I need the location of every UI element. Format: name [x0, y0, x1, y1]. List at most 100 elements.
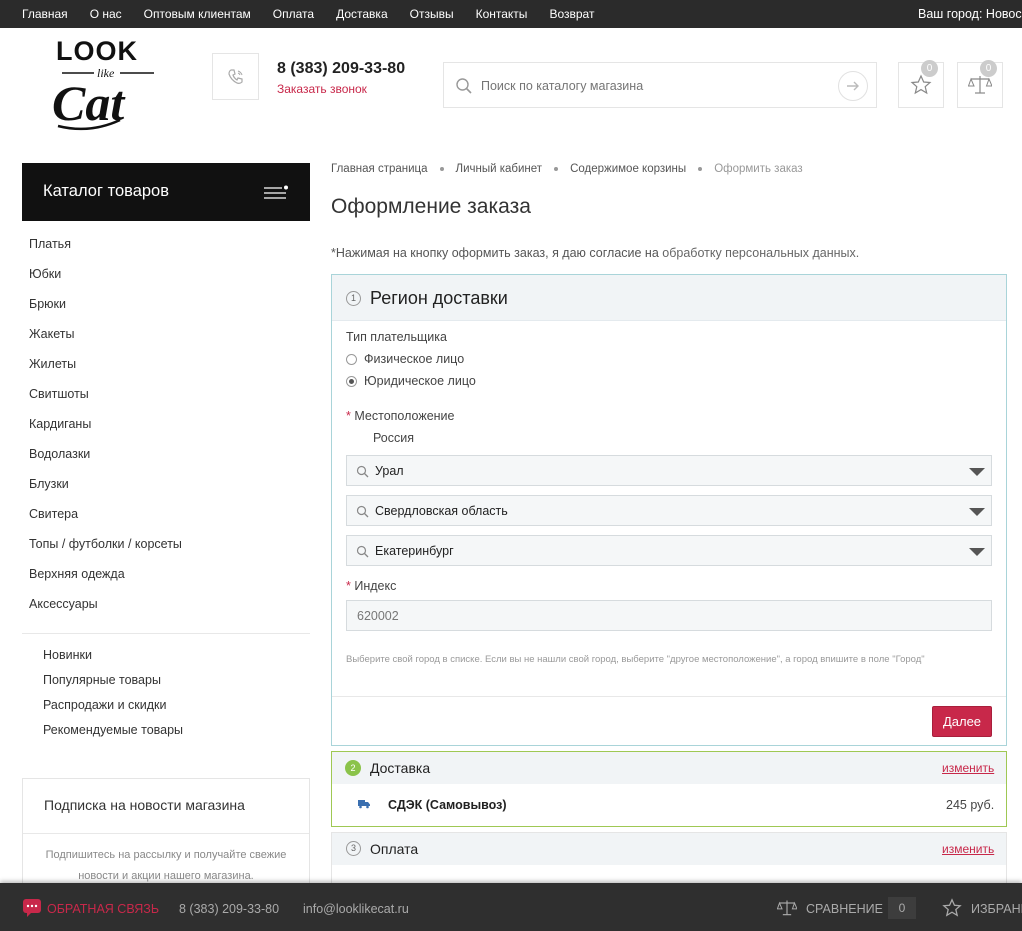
category-cardigans[interactable]: Кардиганы [29, 417, 182, 447]
region-select-value: Урал [375, 464, 404, 478]
link-sales[interactable]: Распродажи и скидки [43, 698, 183, 723]
truck-icon [358, 800, 370, 809]
nav-contacts[interactable]: Контакты [476, 7, 528, 21]
chevron-down-icon[interactable] [969, 548, 985, 556]
oblast-select[interactable]: Свердловская область [346, 495, 992, 526]
consent-text: *Нажимая на кнопку оформить заказ, я даю… [331, 246, 663, 260]
payment-change-link[interactable]: изменить [942, 842, 994, 856]
footer-email[interactable]: info@looklikecat.ru [303, 902, 409, 916]
phone-icon [227, 68, 243, 84]
scales-icon [777, 900, 797, 916]
breadcrumb-account[interactable]: Личный кабинет [456, 163, 543, 175]
search-bar [443, 62, 877, 108]
top-bar: Главная О нас Оптовым клиентам Оплата До… [0, 0, 1022, 28]
link-recommended[interactable]: Рекомендуемые товары [43, 723, 183, 748]
chevron-down-icon[interactable] [969, 468, 985, 476]
check-icon: 2 [345, 760, 361, 776]
breadcrumb-cart[interactable]: Содержимое корзины [570, 163, 686, 175]
payer-individual-radio[interactable] [346, 354, 357, 365]
breadcrumb-separator [439, 167, 444, 171]
subscribe-title: Подписка на новости магазина [44, 797, 245, 813]
postal-index-input[interactable] [346, 600, 992, 631]
step-number: 3 [346, 841, 361, 856]
category-accessories[interactable]: Аксессуары [29, 597, 182, 627]
payment-header: 3 Оплата изменить [332, 833, 1006, 865]
chevron-down-icon[interactable] [969, 508, 985, 516]
menu-icon [264, 185, 288, 199]
delivery-title: Доставка [370, 760, 431, 776]
personal-data-link[interactable]: обработку персональных данных. [662, 246, 859, 260]
category-list: Платья Юбки Брюки Жакеты Жилеты Свитшоты… [29, 237, 182, 627]
chat-icon [23, 899, 41, 917]
breadcrumb-separator [554, 167, 559, 171]
oblast-select-value: Свердловская область [375, 504, 508, 518]
breadcrumb-home[interactable]: Главная страница [331, 163, 428, 175]
nav-returns[interactable]: Возврат [549, 7, 594, 21]
nav-reviews[interactable]: Отзывы [410, 7, 454, 21]
city-label: Ваш город: [918, 7, 983, 21]
city-value[interactable]: Новосибирск [986, 7, 1022, 21]
search-submit-button[interactable] [838, 71, 868, 101]
footer-bar: ОБРАТНАЯ СВЯЗЬ 8 (383) 209-33-80 info@lo… [0, 883, 1022, 931]
header-phone[interactable]: 8 (383) 209-33-80 [277, 60, 405, 78]
category-outerwear[interactable]: Верхняя одежда [29, 567, 182, 597]
payer-company-label[interactable]: Юридическое лицо [364, 374, 476, 388]
consent-notice: *Нажимая на кнопку оформить заказ, я даю… [331, 246, 859, 260]
payer-individual-label[interactable]: Физическое лицо [364, 352, 464, 366]
search-input[interactable] [481, 75, 821, 97]
location-label-text: Местоположение [354, 409, 455, 423]
delivery-section: 2 Доставка изменить СДЭК (Самовывоз) 245… [331, 751, 1007, 827]
footer-compare-count: 0 [888, 897, 916, 919]
nav-delivery[interactable]: Доставка [336, 7, 388, 21]
city-select-value: Екатеринбург [375, 544, 454, 558]
category-trousers[interactable]: Брюки [29, 297, 182, 327]
subscribe-text: Подпишитесь на рассылку и получайте свеж… [45, 849, 287, 882]
category-blouses[interactable]: Блузки [29, 477, 182, 507]
feedback-link[interactable]: ОБРАТНАЯ СВЯЗЬ [47, 902, 159, 916]
breadcrumb-current: Оформить заказ [714, 163, 803, 175]
footer-favorites-link[interactable]: ИЗБРАННОЕ [971, 902, 1022, 916]
star-icon [942, 898, 962, 917]
city-selector[interactable]: Ваш город: Новосибирск [918, 7, 1022, 21]
category-dresses[interactable]: Платья [29, 237, 182, 267]
catalog-header[interactable]: Каталог товаров [22, 163, 310, 221]
top-navigation: Главная О нас Оптовым клиентам Оплата До… [22, 0, 616, 28]
nav-payment[interactable]: Оплата [273, 7, 314, 21]
arrow-right-icon [847, 81, 859, 91]
extra-links: Новинки Популярные товары Распродажи и с… [43, 648, 183, 748]
category-vests[interactable]: Жилеты [29, 357, 182, 387]
index-label: * Индекс [346, 579, 396, 593]
category-sweatshirts[interactable]: Свитшоты [29, 387, 182, 417]
country-value: Россия [373, 431, 414, 445]
delivery-price: 245 руб. [946, 798, 995, 812]
nav-home[interactable]: Главная [22, 7, 68, 21]
location-label: * Местоположение [346, 409, 455, 423]
site-logo[interactable]: LOOK like Cat [50, 36, 170, 134]
category-skirts[interactable]: Юбки [29, 267, 182, 297]
favorites-button[interactable]: 0 [898, 60, 944, 108]
footer-phone[interactable]: 8 (383) 209-33-80 [179, 902, 279, 916]
payer-company-radio[interactable] [346, 376, 357, 387]
city-select[interactable]: Екатеринбург [346, 535, 992, 566]
footer-compare-link[interactable]: СРАВНЕНИЕ [806, 902, 883, 916]
delivery-change-link[interactable]: изменить [942, 761, 994, 775]
nav-about[interactable]: О нас [90, 7, 122, 21]
search-icon [356, 505, 369, 518]
nav-wholesale[interactable]: Оптовым клиентам [144, 7, 251, 21]
sidebar-divider [22, 633, 310, 634]
svg-text:LOOK: LOOK [56, 36, 138, 66]
region-select[interactable]: Урал [346, 455, 992, 486]
category-turtlenecks[interactable]: Водолазки [29, 447, 182, 477]
next-button[interactable]: Далее [932, 706, 992, 737]
page-title: Оформление заказа [331, 195, 531, 218]
link-popular[interactable]: Популярные товары [43, 673, 183, 698]
link-new[interactable]: Новинки [43, 648, 183, 673]
category-tops[interactable]: Топы / футболки / корсеты [29, 537, 182, 567]
category-jackets[interactable]: Жакеты [29, 327, 182, 357]
compare-button[interactable]: 0 [957, 60, 1003, 108]
callback-link[interactable]: Заказать звонок [277, 82, 367, 96]
payment-title: Оплата [370, 841, 419, 857]
search-icon [356, 465, 369, 478]
index-label-text: Индекс [354, 579, 397, 593]
category-sweaters[interactable]: Свитера [29, 507, 182, 537]
